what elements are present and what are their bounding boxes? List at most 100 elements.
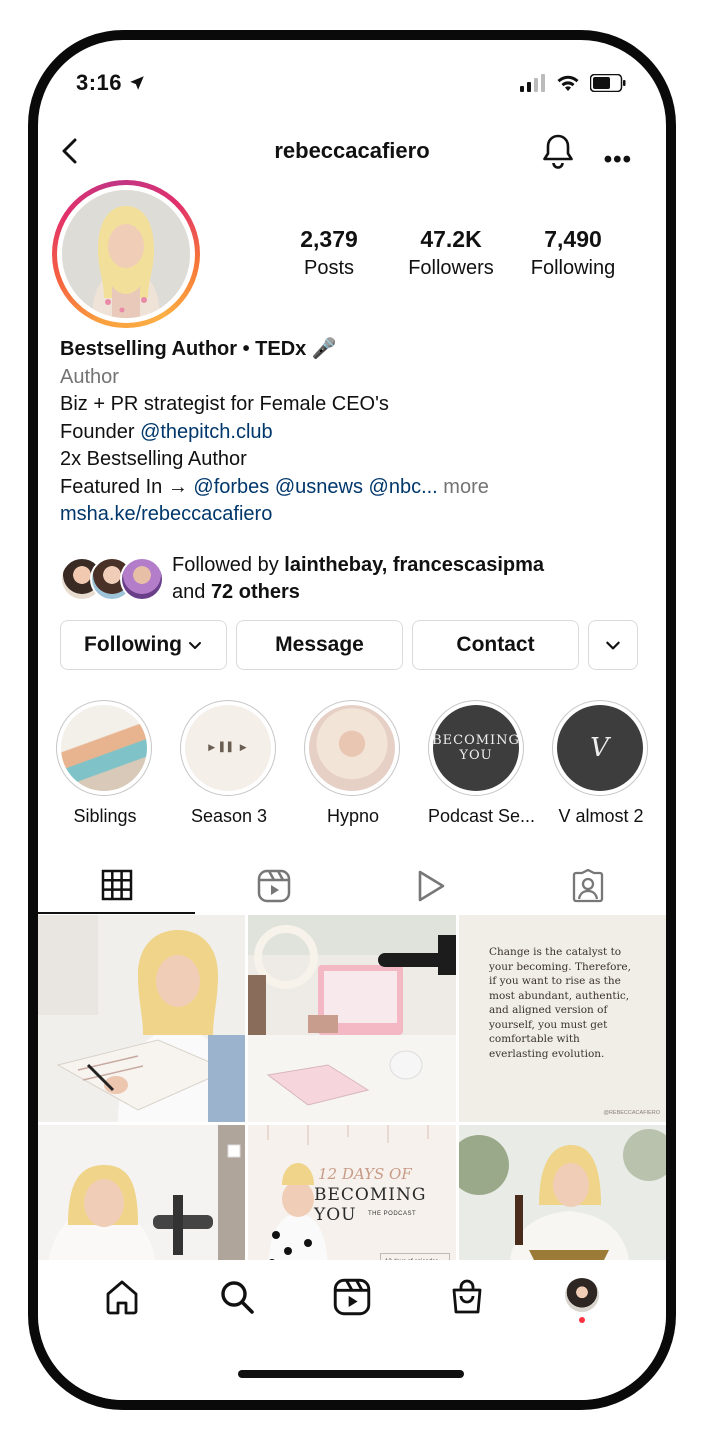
highlight-hypno[interactable]: Hypno [304,700,402,827]
tab-posts-grid[interactable] [38,858,195,914]
highlight-label: Season 3 [190,806,268,826]
stat-posts-label: Posts [303,257,355,279]
followed-by-and: and [172,581,211,603]
play-icon [418,870,444,902]
bio-line-4: Featured In → @forbes @usnews @nbc... mo… [60,474,640,502]
post-image [248,915,456,1122]
tab-videos[interactable] [352,858,509,914]
contact-button-label: Contact [456,633,535,656]
tab-tagged[interactable] [509,858,666,914]
home-icon[interactable] [103,1278,141,1316]
highlight-label: Podcast Se... [428,806,536,826]
following-button-label: Following [84,633,182,656]
cellular-signal-icon [520,74,545,92]
phone-frame: 3:16 rebeccacafiero ••• 2,379 Posts 47.2… [28,30,676,1410]
stat-posts-count: 2,379 [300,226,358,252]
profile-bio: Bestselling Author • TEDx 🎤 Author Biz +… [60,336,640,529]
post-image [38,915,245,1122]
highlight-v-almost-2[interactable]: V V almost 2 [552,700,650,827]
bio-website-link[interactable]: msha.ke/rebeccacafiero [60,501,640,529]
highlight-label: V almost 2 [558,806,644,826]
status-icons [520,74,626,92]
bio-line-1: Biz + PR strategist for Female CEO's [60,393,389,415]
highlight-siblings[interactable]: Siblings [56,700,154,827]
message-button[interactable]: Message [236,620,403,670]
tab-reels[interactable] [195,858,352,914]
search-icon[interactable] [218,1278,256,1316]
post-thumbnail[interactable] [248,915,456,1122]
battery-icon [590,74,626,92]
message-button-label: Message [275,633,364,656]
contact-button[interactable]: Contact [412,620,579,670]
profile-tabs [38,858,666,914]
bio-more-link[interactable]: more [438,476,489,498]
stat-followers-count: 47.2K [420,226,482,252]
shop-icon[interactable] [448,1278,486,1316]
highlight-cover: ▶ ▌▌ ▶ [185,705,271,791]
stat-followers-label: Followers [408,257,494,279]
post-thumbnail[interactable] [38,915,245,1122]
home-indicator[interactable] [238,1370,464,1378]
followed-by[interactable]: Followed by lainthebay, francescasipma a… [60,552,544,606]
grid-icon [101,869,132,901]
chevron-down-icon [188,642,201,649]
location-arrow-icon [130,76,144,90]
stat-posts[interactable]: 2,379 Posts [268,226,390,280]
followed-by-others: 72 others [210,581,300,603]
status-time: 3:16 [76,70,146,96]
status-time-text: 3:16 [76,70,123,95]
profile-tab-avatar [565,1278,600,1312]
post-becoming-title-b: BECOMING YOU [314,1185,427,1225]
suggested-accounts-button[interactable] [588,620,638,670]
avatar-photo [62,190,190,318]
bio-display-name: Bestselling Author • TEDx 🎤 [60,338,337,360]
notification-bell-icon[interactable] [540,132,576,170]
followed-by-names: lainthebay, francescasipma [284,554,545,576]
bio-line-2: Founder @thepitch.club [60,419,640,447]
bio-category: Author [60,365,119,388]
bottom-navigation [38,1260,666,1400]
highlight-cover-text: BECOMING YOU [432,705,519,791]
post-thumbnail[interactable]: Change is the catalyst to your becoming.… [459,915,666,1122]
bio-line-3: 2x Bestselling Author [60,448,247,470]
highlight-label: Hypno [326,806,380,826]
post-quote-text: Change is the catalyst to your becoming.… [489,946,631,1060]
chevron-down-icon [606,641,620,650]
stat-followers[interactable]: 47.2K Followers [390,226,512,280]
bio-line-2-text: Founder [60,420,141,443]
post-image [38,1125,245,1275]
story-highlights: Siblings ▶ ▌▌ ▶ Season 3 Hypno BECOMING … [56,700,650,827]
profile-tab[interactable] [563,1278,601,1323]
highlight-cover [309,705,395,791]
stat-following-count: 7,490 [544,226,602,252]
highlight-cover [61,705,147,791]
post-image [459,1125,666,1275]
bio-mentions-featured[interactable]: @forbes @usnews @nbc... [193,476,437,498]
tagged-person-icon [572,869,603,903]
highlight-podcast-series[interactable]: BECOMING YOU Podcast Se... [428,700,536,827]
profile-actions: Following Message Contact [60,620,638,670]
post-becoming-sub: THE PODCAST [368,1211,417,1217]
bio-mention-thepitch[interactable]: @thepitch.club [140,421,273,443]
stat-following[interactable]: 7,490 Following [512,226,634,280]
following-button[interactable]: Following [60,620,227,670]
highlight-season-3[interactable]: ▶ ▌▌ ▶ Season 3 [180,700,278,827]
post-becoming-title-a: 12 DAYS OF [318,1165,412,1183]
bio-line-4-text: Featured In → [60,475,194,498]
reels-icon[interactable] [333,1278,371,1316]
followed-by-prefix: Followed by [172,554,285,576]
post-quote-handle: @REBECCACAFIERO [603,1110,660,1116]
profile-avatar[interactable] [52,180,200,328]
notification-dot [579,1317,586,1323]
follower-avatars [60,557,164,601]
reels-icon [257,869,290,903]
wifi-icon [557,75,579,91]
profile-header: rebeccacafiero ••• [38,128,666,178]
follower-avatar [120,557,164,601]
stat-following-label: Following [530,257,616,279]
highlight-cover-text: V [557,705,643,791]
more-options-icon[interactable]: ••• [604,146,632,174]
highlight-label: Siblings [73,806,137,826]
followed-by-text: Followed by lainthebay, francescasipma a… [172,552,544,606]
profile-stats: 2,379 Posts 47.2K Followers 7,490 Follow… [268,226,634,280]
